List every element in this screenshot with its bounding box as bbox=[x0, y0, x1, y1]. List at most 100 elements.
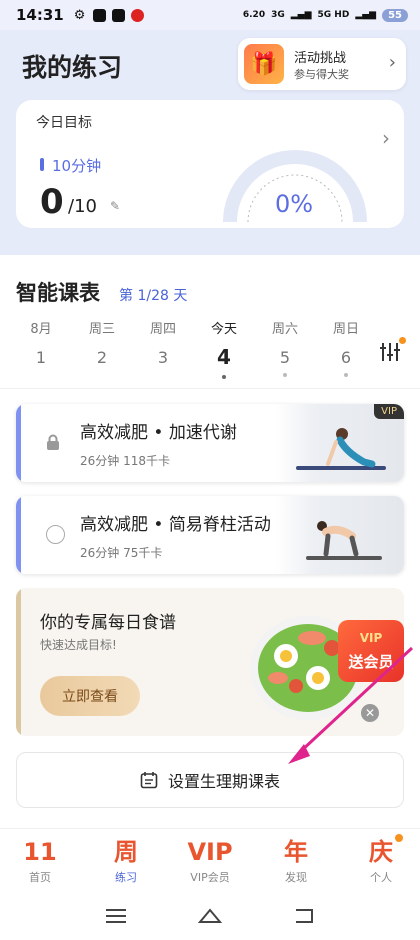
app-icon bbox=[111, 8, 125, 22]
page-title: 我的练习 bbox=[22, 53, 123, 82]
day-dot bbox=[283, 373, 287, 377]
close-icon[interactable]: ✕ bbox=[361, 704, 379, 722]
tab-label: 首页 bbox=[29, 871, 51, 884]
tab-vip[interactable]: VIP VIP会员 bbox=[180, 837, 240, 885]
goal-total: /10 bbox=[68, 196, 97, 217]
signal-icon: ▂▄▆ bbox=[290, 10, 312, 20]
filter-icon[interactable] bbox=[378, 340, 402, 364]
recipe-edge bbox=[16, 588, 21, 736]
schedule-day-count: 第 1/28 天 bbox=[119, 288, 188, 304]
chevron-right-icon: › bbox=[388, 52, 396, 73]
goal-current: 0 bbox=[40, 182, 64, 222]
day-dot bbox=[344, 373, 348, 377]
divider bbox=[0, 388, 420, 389]
lesson-card[interactable]: 高效减肥 • 加速代谢 26分钟 118千卡 VIP bbox=[16, 404, 404, 482]
lock-icon bbox=[47, 434, 59, 450]
day-item[interactable]: 8月 1 bbox=[18, 318, 64, 367]
day-name: 周四 bbox=[149, 322, 176, 337]
day-name: 今天 bbox=[210, 322, 237, 337]
schedule-title: 智能课表 bbox=[16, 281, 100, 305]
lesson-meta: 26分钟 118千卡 bbox=[80, 454, 170, 468]
home-icon: 11 bbox=[23, 838, 57, 866]
back-nav-icon[interactable] bbox=[296, 909, 313, 923]
challenge-subtitle: 参与得大奖 bbox=[294, 68, 349, 81]
tab-label: VIP会员 bbox=[190, 871, 230, 884]
recipe-banner[interactable]: 你的专属每日食谱 快速达成目标! 立即查看 VIP 送会员 ✕ bbox=[16, 588, 404, 736]
vip-tag: VIP bbox=[374, 404, 404, 419]
goal-marker bbox=[40, 158, 44, 171]
goal-card[interactable]: 今日目标 › 10分钟 0 /10 ✎ 0% bbox=[16, 100, 404, 228]
app-icon bbox=[92, 8, 106, 22]
view-now-button[interactable]: 立即查看 bbox=[40, 676, 140, 716]
day-date: 4 bbox=[217, 345, 231, 369]
goal-minutes: 10分钟 bbox=[52, 157, 102, 175]
lesson-meta: 26分钟 75千卡 bbox=[80, 546, 163, 560]
tab-label: 练习 bbox=[115, 871, 137, 884]
network-3g: 3G bbox=[271, 10, 285, 20]
practice-icon: 周 bbox=[114, 838, 138, 866]
day-date: 3 bbox=[157, 348, 169, 367]
tab-practice[interactable]: 周 练习 bbox=[96, 837, 156, 885]
day-date: 5 bbox=[279, 348, 291, 367]
tab-profile[interactable]: 庆 个人 bbox=[351, 837, 411, 885]
day-item[interactable]: 周四 3 bbox=[140, 318, 186, 367]
lesson-card[interactable]: 高效减肥 • 简易脊柱活动 26分钟 75千卡 bbox=[16, 496, 404, 574]
challenge-title: 活动挑战 bbox=[294, 51, 347, 66]
day-name: 周日 bbox=[332, 322, 359, 337]
notification-dot bbox=[395, 834, 403, 842]
day-name: 8月 bbox=[30, 322, 52, 337]
yoga-figure-icon bbox=[306, 521, 382, 560]
challenge-card[interactable]: 🎁 活动挑战 参与得大奖 › bbox=[238, 38, 406, 90]
day-dot bbox=[222, 375, 226, 379]
day-item[interactable]: 周三 2 bbox=[79, 318, 125, 367]
period-schedule-button[interactable]: 设置生理期课表 bbox=[16, 752, 404, 808]
lesson-thumbnail bbox=[276, 496, 404, 574]
lesson-checkbox[interactable] bbox=[46, 525, 65, 544]
signal-icon: ▂▄▆ bbox=[355, 10, 377, 20]
battery-icon: 55 bbox=[382, 8, 408, 22]
settings-icon: ⚙ bbox=[73, 7, 86, 23]
tab-home[interactable]: 11 首页 bbox=[10, 837, 70, 885]
day-item[interactable]: 周日 6 bbox=[323, 318, 369, 377]
day-name: 周三 bbox=[88, 322, 115, 337]
vip-badge-text: 送会员 bbox=[348, 652, 394, 671]
vip-gift-badge[interactable]: VIP 送会员 bbox=[338, 620, 404, 682]
recipe-subtitle: 快速达成目标! bbox=[40, 638, 117, 652]
lesson-edge bbox=[16, 496, 21, 574]
tab-label: 个人 bbox=[370, 871, 392, 884]
recipe-title: 你的专属每日食谱 bbox=[40, 613, 176, 633]
edit-icon[interactable]: ✎ bbox=[110, 199, 120, 213]
status-indicators: 6.20 3G ▂▄▆ 5G HD ▂▄▆ 55 bbox=[242, 8, 408, 22]
status-app-icons: ⚙ bbox=[73, 7, 144, 23]
lesson-edge bbox=[16, 404, 21, 482]
lesson-title: 高效减肥 • 加速代谢 bbox=[80, 423, 237, 443]
discover-icon: 年 bbox=[284, 838, 308, 866]
day-date: 6 bbox=[340, 348, 352, 367]
network-5g: 5G HD bbox=[317, 10, 350, 20]
tab-label: 发现 bbox=[285, 871, 307, 884]
notification-dot bbox=[399, 337, 406, 344]
day-item-today[interactable]: 今天 4 bbox=[201, 318, 247, 379]
profile-icon: 庆 bbox=[369, 838, 393, 866]
system-nav-bar bbox=[0, 890, 420, 940]
day-date: 1 bbox=[35, 348, 47, 367]
menu-icon[interactable] bbox=[106, 909, 126, 923]
day-date: 2 bbox=[96, 348, 108, 367]
vip-badge-label: VIP bbox=[359, 630, 383, 645]
lesson-title: 高效减肥 • 简易脊柱活动 bbox=[80, 515, 271, 535]
tab-discover[interactable]: 年 发现 bbox=[266, 837, 326, 885]
day-item[interactable]: 周六 5 bbox=[262, 318, 308, 377]
goal-percent: 0% bbox=[274, 190, 314, 218]
status-time: 14:31 bbox=[16, 6, 64, 24]
bottom-tab-bar: 11 首页 周 练习 VIP VIP会员 年 发现 庆 个人 bbox=[0, 828, 420, 890]
vip-icon: VIP bbox=[187, 838, 233, 866]
status-bar: 14:31 ⚙ 6.20 3G ▂▄▆ 5G HD ▂▄▆ 55 bbox=[0, 0, 420, 30]
calendar-icon bbox=[140, 772, 158, 789]
period-button-label: 设置生理期课表 bbox=[167, 772, 280, 791]
goal-title: 今日目标 bbox=[36, 115, 92, 131]
net-speed: 6.20 bbox=[242, 10, 266, 20]
home-nav-icon[interactable] bbox=[197, 908, 223, 923]
day-name: 周六 bbox=[271, 322, 298, 337]
chevron-right-icon: › bbox=[382, 126, 390, 150]
gift-icon: 🎁 bbox=[244, 44, 284, 84]
